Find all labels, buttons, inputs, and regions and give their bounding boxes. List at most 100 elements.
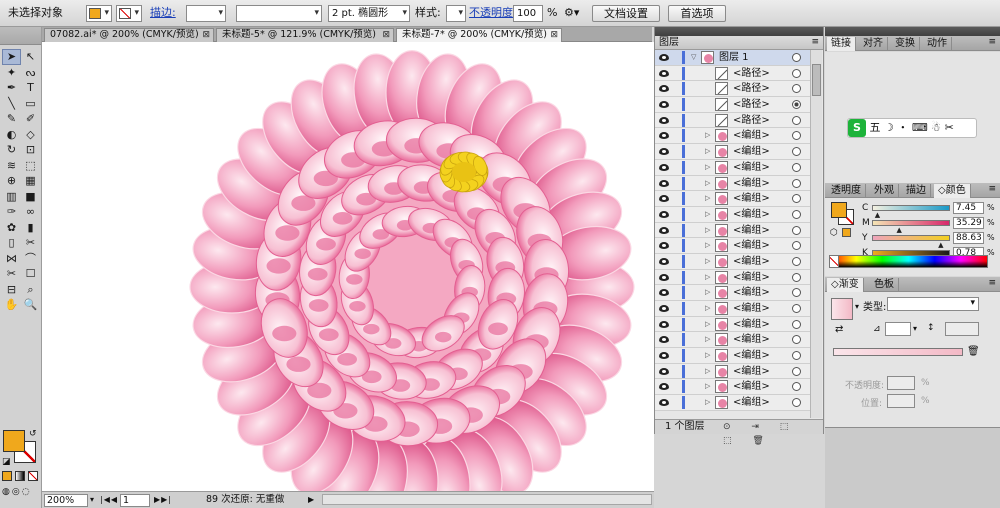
panel-menu-icon[interactable]: ≡ [988,184,996,194]
line-tool[interactable]: ╲ [2,96,21,112]
dahlia-artwork[interactable] [42,42,654,491]
group-row[interactable]: ▷ <编组> [655,379,811,396]
group-row[interactable]: ▷ <编组> [655,175,811,192]
color-fill-swatch[interactable] [831,202,847,218]
visibility-eye-icon[interactable] [659,148,669,156]
visibility-eye-icon[interactable] [659,352,669,360]
panel-tab[interactable]: ◇渐变 [827,278,864,292]
hand-tool[interactable]: ✋ [2,297,21,313]
horizontal-scrollbar[interactable] [322,494,652,505]
close-icon[interactable]: ⊠ [382,29,390,41]
visibility-eye-icon[interactable] [659,210,669,218]
expand-arrow-icon[interactable]: ▷ [705,332,710,347]
tab-07082[interactable]: 07082.ai* @ 200% (CMYK/预览) ⊠ [44,28,214,42]
path-row[interactable]: <路径> [655,112,811,129]
visibility-eye-icon[interactable] [659,195,669,203]
rectangle-tool[interactable]: ▭ [21,96,40,112]
expand-arrow-icon[interactable]: ▷ [705,379,710,394]
panel-menu-icon[interactable]: ≡ [988,278,996,288]
group-row[interactable]: ▷ <编组> [655,253,811,270]
selection-tool[interactable]: ➤ [2,49,21,65]
target-circle-icon[interactable] [792,398,801,408]
target-circle-icon[interactable] [792,68,801,78]
visibility-eye-icon[interactable] [659,69,669,77]
tab-untitled-7[interactable]: 未标题-7* @ 200% (CMYK/预览) ⊠ [396,28,562,42]
expand-arrow-icon[interactable]: ▷ [705,348,710,363]
panel-tab[interactable]: 动作 [923,37,952,51]
status-menu-icon[interactable]: ▶ [308,494,314,507]
gradient-thumb-dropdown-icon[interactable]: ▾ [855,302,859,311]
brush-definition-field[interactable]: 2 pt. 椭圆形 [328,5,410,22]
group-row[interactable]: ▷ <编组> [655,206,811,223]
group-row[interactable]: ▷ <编组> [655,316,811,333]
panel-tab[interactable]: 链接 [827,37,856,51]
target-circle-icon[interactable] [792,256,801,266]
collapsed-panel-strip[interactable] [825,427,1000,508]
channel-value-input[interactable]: 88.63 [953,232,984,244]
none-color-icon[interactable] [829,255,839,268]
warp-tool[interactable]: ≋ [2,158,21,174]
target-circle-icon[interactable] [792,272,801,282]
knife-tool[interactable]: ✂ [2,266,21,282]
channel-slider[interactable] [872,220,950,226]
target-circle-icon[interactable] [792,335,801,345]
target-circle-icon[interactable] [792,131,801,141]
visibility-eye-icon[interactable] [659,101,669,109]
tab-untitled-5[interactable]: 未标题-5* @ 121.9% (CMYK/预览) ⊠ [216,28,394,42]
path-row[interactable]: <路径> [655,81,811,98]
group-row[interactable]: ▷ <编组> [655,363,811,380]
draw-normal-icon[interactable]: ◍ [2,487,12,497]
stroke-weight-field[interactable] [186,5,226,22]
gradient-location-input[interactable] [887,394,915,408]
panel-menu-icon[interactable]: ≡ [811,36,819,49]
scale-tool[interactable]: ⊡ [21,142,40,158]
perspective-tool[interactable]: ▦ [21,173,40,189]
expand-arrow-icon[interactable]: ▷ [705,254,710,269]
fill-swatch-large[interactable] [3,430,25,452]
visibility-eye-icon[interactable] [659,116,669,124]
target-circle-icon[interactable] [792,162,801,172]
visibility-eye-icon[interactable] [659,320,669,328]
channel-value-input[interactable]: 35.29 [953,217,984,229]
opacity-input[interactable]: 100 [513,5,543,22]
layer-footer-icons[interactable]: ⊙ ⇥ ⬚ ⬚ 🗑 [723,420,823,448]
aspect-ratio-input[interactable] [945,322,979,336]
layers-panel-grip[interactable] [655,27,823,36]
gradient-slider[interactable] [833,348,963,356]
gradient-tool[interactable]: ■ [21,189,40,205]
panel-tab[interactable]: 外观 [870,184,899,198]
target-circle-icon[interactable] [792,241,801,251]
group-row[interactable]: ▷ <编组> [655,285,811,301]
expand-arrow-icon[interactable]: ▷ [705,176,710,191]
visibility-eye-icon[interactable] [659,163,669,171]
panel-tab[interactable]: 描边 [902,184,931,198]
close-icon[interactable]: ⊠ [550,29,558,41]
eraser-tool[interactable]: ◇ [21,127,40,143]
artboard-canvas[interactable] [42,42,654,491]
expand-arrow-icon[interactable]: ▽ [691,50,696,65]
group-row[interactable]: ▷ <编组> [655,144,811,160]
expand-arrow-icon[interactable]: ▷ [705,128,710,143]
target-circle-icon[interactable] [792,53,801,62]
path-row[interactable]: <路径> [655,97,811,113]
expand-arrow-icon[interactable]: ▷ [705,160,710,175]
slice-tool[interactable]: ✂ [21,235,40,251]
gradient-mode-icon[interactable] [15,471,25,481]
group-row[interactable]: ▷ <编组> [655,159,811,176]
draw-behind-icon[interactable]: ◎ [12,487,22,497]
default-colors-icon[interactable]: ◪ [2,457,11,467]
variable-width-field[interactable] [236,5,322,22]
panel-tab[interactable]: 透明度 [827,184,866,198]
first-prev-artboard-icon[interactable]: |◀◀ [100,494,118,507]
pen-tool[interactable]: ✒ [2,80,21,96]
angle-dropdown-icon[interactable]: ▾ [913,324,917,333]
artboard-tool[interactable]: ▯ [2,235,21,251]
blend-tool[interactable]: ∞ [21,204,40,220]
expand-arrow-icon[interactable]: ▷ [705,207,710,222]
pencil-tool[interactable]: ✐ [21,111,40,127]
magic-wand-tool[interactable]: ✦ [2,65,21,81]
style-field[interactable] [446,5,466,22]
panel-tab[interactable]: 色板 [870,278,899,292]
lasso-tool[interactable]: ᔓ [21,65,40,81]
panel-menu-icon[interactable]: ≡ [988,37,996,47]
